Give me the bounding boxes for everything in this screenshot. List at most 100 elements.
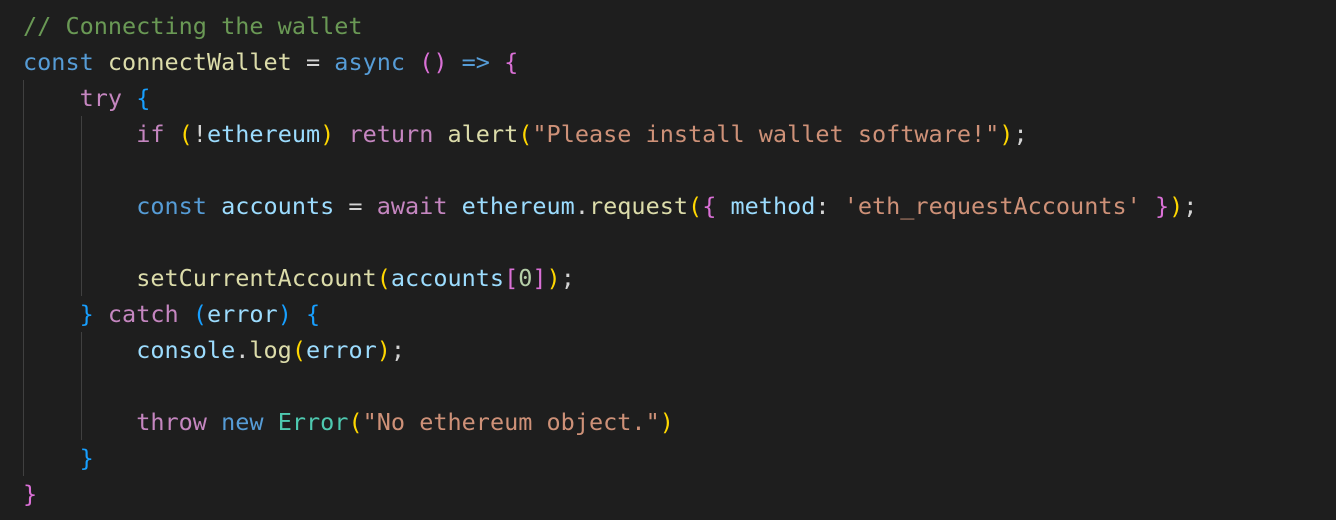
code-token-plain: ;	[560, 264, 575, 292]
code-token-plain: =	[334, 192, 377, 220]
code-token-bracket-1: (	[178, 120, 193, 148]
code-token-comment: // Connecting the wallet	[23, 12, 363, 40]
code-token-bracket-2: [	[504, 264, 519, 292]
code-token-number: 0	[518, 264, 533, 292]
code-token-function: request	[588, 192, 689, 220]
code-token-variable: accounts	[390, 264, 505, 292]
code-token-keyword: return	[348, 120, 434, 148]
code-line[interactable]: // Connecting the wallet	[23, 8, 1197, 44]
code-token-bracket-3: )	[277, 300, 292, 328]
code-token-function: alert	[447, 120, 519, 148]
code-token-variable: ethereum	[461, 192, 575, 220]
code-token-class: Error	[277, 408, 349, 436]
code-token-variable: method	[730, 192, 816, 220]
code-line[interactable]: }	[23, 476, 1197, 512]
code-token-plain: ;	[1183, 192, 1198, 220]
code-token-variable: ethereum	[206, 120, 321, 148]
code-token-keyword: if	[136, 120, 165, 148]
code-token-variable: error	[206, 300, 278, 328]
code-line[interactable]: throw new Error("No ethereum object.")	[23, 404, 1197, 440]
code-token-bracket-1: (	[291, 336, 306, 364]
code-line[interactable]: try {	[23, 80, 1197, 116]
code-token-bracket-1: )	[1169, 192, 1184, 220]
code-line[interactable]: console.log(error);	[23, 332, 1197, 368]
code-token-bracket-1: )	[376, 336, 391, 364]
code-token-bracket-3: (	[192, 300, 207, 328]
code-token-variable: accounts	[221, 192, 335, 220]
code-editor[interactable]: // Connecting the wallet const connectWal…	[0, 0, 1336, 520]
code-token-bracket-2: ]	[532, 264, 547, 292]
code-token-plain: =	[291, 48, 335, 76]
code-token-bracket-1: )	[320, 120, 335, 148]
code-token-bracket-2: ()	[419, 48, 448, 76]
code-line[interactable]: } catch (error) {	[23, 296, 1197, 332]
code-token-keyword: try	[79, 84, 123, 112]
code-token-variable: error	[306, 336, 377, 364]
code-token-string: 'eth_requestAccounts'	[843, 192, 1141, 220]
code-token-bracket-1: (	[518, 120, 533, 148]
code-lines[interactable]: // Connecting the wallet const connectWal…	[23, 8, 1197, 512]
code-token-storage: const	[23, 48, 94, 76]
code-token-variable: console	[136, 336, 236, 364]
code-token-bracket-3: }	[79, 444, 94, 472]
code-token-plain: !	[192, 120, 207, 148]
code-token-plain: ;	[390, 336, 406, 364]
code-token-string: "No ethereum object."	[362, 408, 660, 436]
code-line[interactable]: const connectWallet = async () => {	[23, 44, 1197, 80]
code-token-bracket-1: (	[348, 408, 363, 436]
code-token-storage: async	[334, 48, 406, 76]
code-token-bracket-2: {	[702, 192, 717, 220]
code-line[interactable]	[23, 224, 1197, 260]
code-line[interactable]	[23, 152, 1197, 188]
code-token-bracket-3: }	[79, 300, 94, 328]
code-token-bracket-1: (	[376, 264, 391, 292]
code-token-keyword: throw	[136, 408, 207, 436]
code-token-storage: new	[221, 408, 264, 436]
code-token-function: setCurrentAccount	[136, 264, 377, 292]
code-token-bracket-2: {	[504, 48, 519, 76]
code-token-bracket-1: (	[688, 192, 703, 220]
code-token-bracket-1: )	[999, 120, 1014, 148]
code-token-function: connectWallet	[107, 48, 292, 76]
code-token-bracket-3: {	[136, 84, 151, 112]
code-token-storage: =>	[461, 48, 490, 76]
code-token-bracket-1: )	[546, 264, 561, 292]
code-line[interactable]: const accounts = await ethereum.request(…	[23, 188, 1197, 224]
code-token-plain: :	[815, 192, 844, 220]
code-token-plain: ;	[1013, 120, 1028, 148]
code-token-function: log	[249, 336, 292, 364]
code-line[interactable]: }	[23, 440, 1197, 476]
code-token-bracket-2: }	[23, 480, 38, 508]
code-token-bracket-2: }	[1154, 192, 1170, 220]
code-line[interactable]: setCurrentAccount(accounts[0]);	[23, 260, 1197, 296]
code-token-plain: .	[235, 336, 250, 364]
code-line[interactable]: if (!ethereum) return alert("Please inst…	[23, 116, 1197, 152]
code-line[interactable]	[23, 368, 1197, 404]
code-token-bracket-1: )	[659, 408, 674, 436]
code-token-keyword: await	[376, 192, 448, 220]
